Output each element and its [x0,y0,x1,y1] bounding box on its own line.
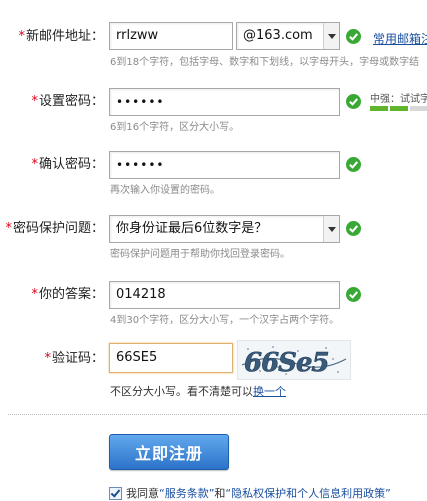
strength-segment [390,106,408,111]
strength-segment [370,106,388,111]
email-domain-select[interactable]: @163.com [236,22,340,50]
captcha-image[interactable]: 66Se5 [237,340,351,380]
privacy-policy-link[interactable]: “隐私权保护和个人信息利用政策” [225,485,390,501]
password-label: *设置密码： [31,94,104,109]
confirm-password-input[interactable]: •••••• [109,151,340,179]
valid-check-icon [346,287,361,302]
email-label: *新邮件地址： [18,29,104,44]
confirm-password-hint: 再次输入你设置的密码。 [110,185,220,196]
security-question-value: 你身份证最后6位数字是？ [116,221,268,236]
valid-check-icon [346,221,361,236]
agreement-checkbox[interactable] [109,486,122,500]
terms-of-service-link[interactable]: “服务条款” [159,485,214,501]
security-question-select[interactable]: 你身份证最后6位数字是？ [109,215,340,243]
password-strength-text: 中强：试试字 [370,94,427,105]
answer-hint: 4到30个字符，区分大小写，一个汉字占两个字符。 [110,315,340,326]
captcha-input[interactable]: 66SE5 [109,343,233,373]
captcha-noise: 66Se5 [241,346,347,378]
password-hint: 6到16个字符，区分大小写。 [110,122,240,133]
answer-label: *你的答案： [31,287,104,302]
password-input[interactable]: •••••• [109,88,340,116]
captcha-text: 66Se5 [244,348,329,378]
password-strength-meter [370,106,427,111]
email-hint: 6到18个字符，包括字母、数字和下划线，以字母开头，字母或数字结 [110,57,420,68]
section-divider [8,414,427,415]
captcha-hint: 不区分大小写。看不清楚可以换一个 [110,385,286,398]
strength-segment [410,106,427,111]
email-username-input[interactable]: rrlzww [109,22,233,50]
chevron-down-icon [323,23,339,49]
answer-input[interactable]: 014218 [109,281,340,309]
captcha-label: *验证码： [44,351,104,366]
agreement-row: 我同意 “服务条款” 和 “隐私权保护和个人信息利用政策” [109,485,391,501]
valid-check-icon [346,157,361,172]
register-button[interactable]: 立即注册 [109,434,229,470]
refresh-captcha-link[interactable]: 换一个 [253,385,286,398]
confirm-password-label: *确认密码： [31,157,104,172]
common-email-link[interactable]: 常用邮箱注 [373,30,427,47]
valid-check-icon [346,29,361,44]
security-question-label: *密码保护问题： [5,221,104,236]
email-domain-value: @163.com [243,28,313,43]
valid-check-icon [346,94,361,109]
security-question-hint: 密码保护问题用于帮助你找回登录密码。 [110,249,290,260]
chevron-down-icon [323,216,339,242]
